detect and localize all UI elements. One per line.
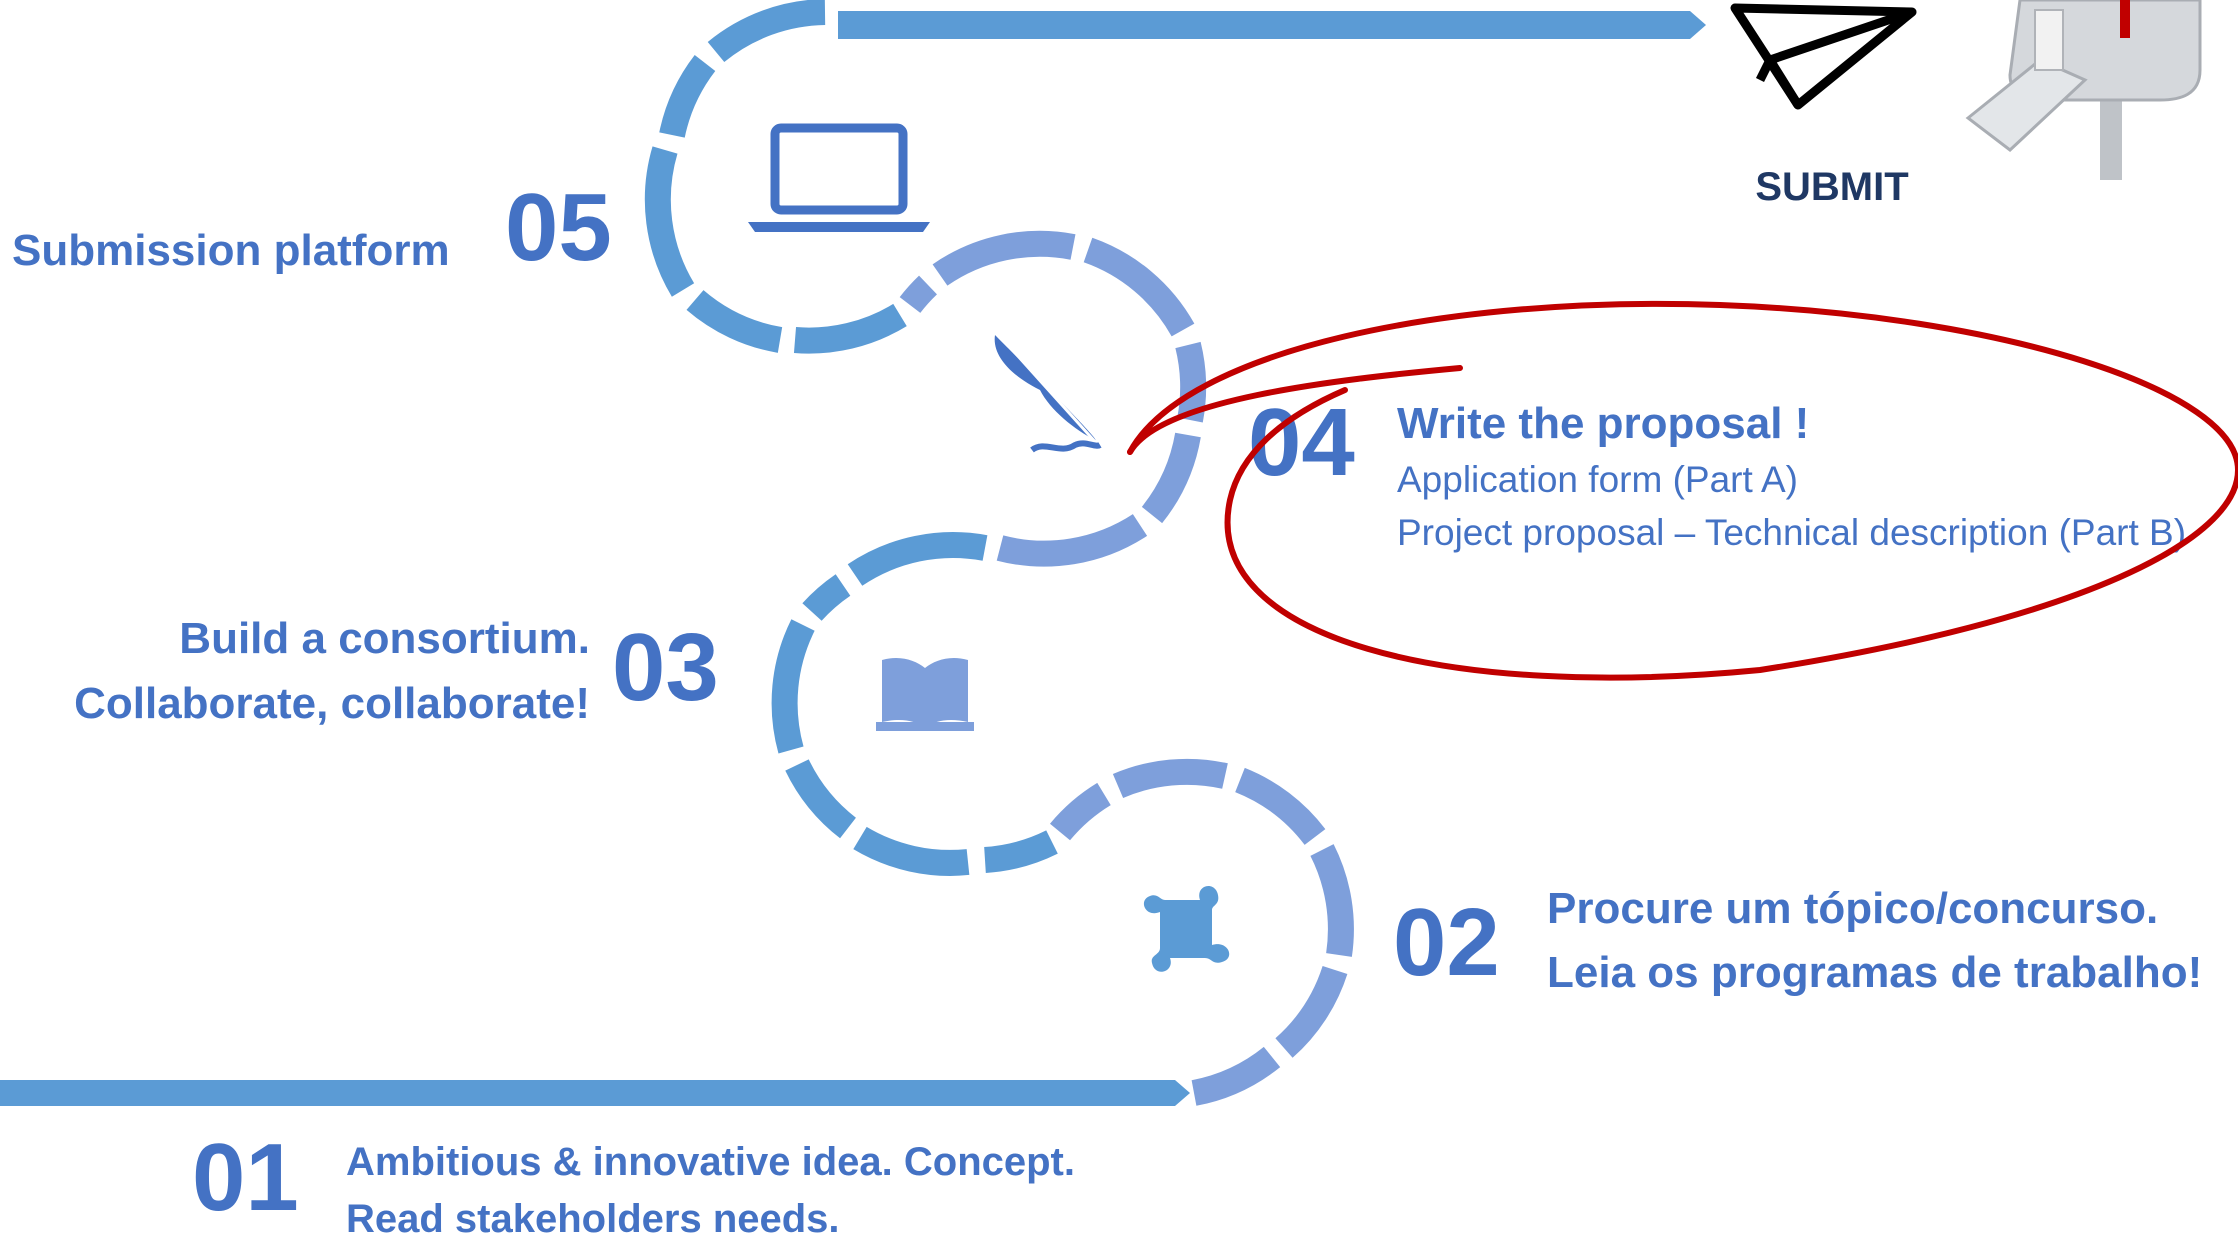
- step-01: 01 Ambitious & innovative idea. Concept.…: [192, 1124, 1075, 1239]
- book-icon: [876, 657, 974, 731]
- step-01-line-1: Ambitious & innovative idea. Concept.: [346, 1140, 1075, 1184]
- step-01-number: 01: [192, 1124, 299, 1231]
- step-03-line-2: Collaborate, collaborate!: [74, 679, 590, 728]
- road-top-arrow: [1690, 11, 1706, 39]
- step-02-line-1: Procure um tópico/concurso.: [1547, 884, 2158, 933]
- paper-plane-icon: [1730, 3, 1917, 110]
- submit-group: SUBMIT: [1730, 0, 2202, 209]
- road-bottom-arrow: [1175, 1080, 1190, 1106]
- step-04-line-2: Project proposal – Technical description…: [1397, 512, 2186, 553]
- puzzle-icon: [1143, 885, 1230, 972]
- step-04-line-1: Application form (Part A): [1397, 459, 1798, 500]
- step-05-label: Submission platform: [12, 226, 450, 275]
- submit-label: SUBMIT: [1755, 165, 1908, 209]
- step-05: Submission platform 05: [12, 174, 612, 281]
- step-05-number: 05: [505, 174, 612, 281]
- step-04: 04 Write the proposal ! Application form…: [1248, 389, 2186, 553]
- proposal-roadmap: Submission platform 05 04 Write the prop…: [0, 0, 2238, 1239]
- step-02-line-2: Leia os programas de trabalho!: [1547, 948, 2202, 997]
- laptop-icon: [748, 123, 930, 232]
- step-02: 02 Procure um tópico/concurso. Leia os p…: [1393, 884, 2202, 997]
- step-03-line-1: Build a consortium.: [179, 614, 590, 663]
- mailbox-icon: [1965, 0, 2202, 180]
- quill-pen-icon: [994, 335, 1102, 453]
- step-04-title: Write the proposal !: [1397, 399, 1809, 448]
- step-03-number: 03: [612, 614, 719, 721]
- step-03: Build a consortium. Collaborate, collabo…: [74, 614, 719, 728]
- step-01-line-2: Read stakeholders needs.: [346, 1197, 840, 1239]
- step-02-number: 02: [1393, 889, 1500, 996]
